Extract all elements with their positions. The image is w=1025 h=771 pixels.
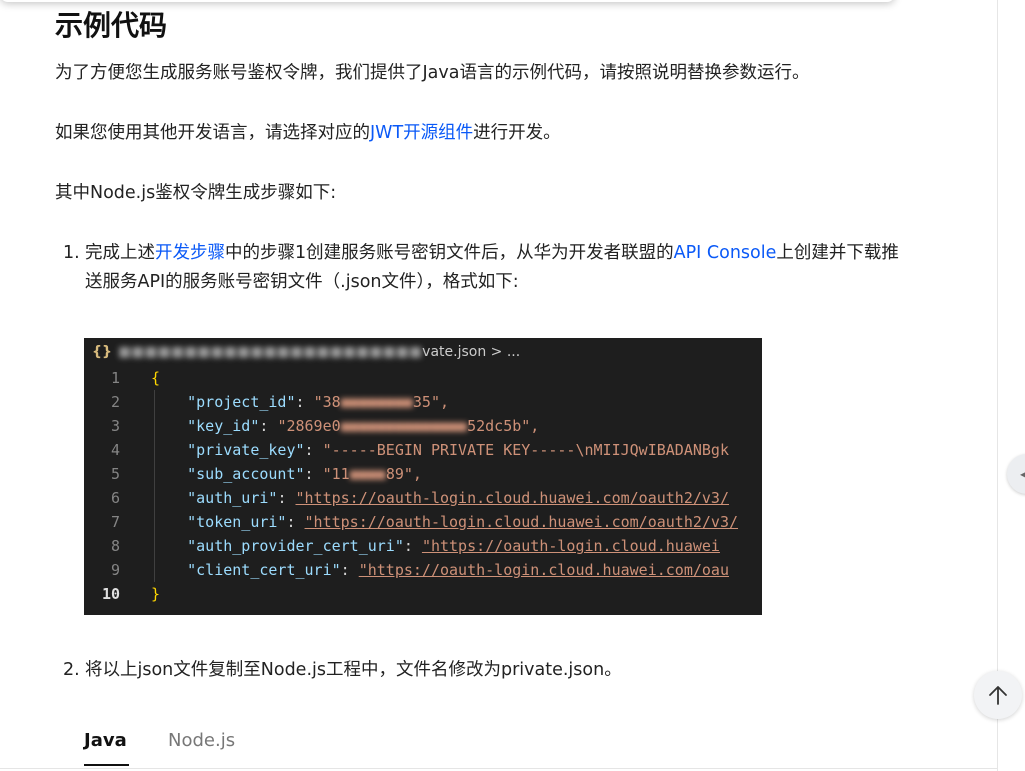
redacted-value: ■■■■■■■■ (340, 393, 413, 411)
right-divider (997, 0, 998, 771)
json-value: "2869e0 (277, 417, 341, 435)
code-line: 2 "project_id": "38■■■■■■■■35", (84, 390, 449, 414)
line-number: 7 (110, 513, 120, 531)
line-number: 9 (110, 561, 120, 579)
json-url-value: "https://oauth-login.cloud.huawei.com/oa… (304, 513, 739, 531)
close-brace: } (151, 585, 161, 603)
step-text: 将以上json文件复制至Node.js工程中，文件名修改为private.jso… (85, 660, 622, 680)
code-line: 4 "private_key": "-----BEGIN PRIVATE KEY… (84, 438, 729, 462)
other-language-paragraph: 如果您使用其他开发语言，请选择对应的JWT开源组件进行开发。 (55, 118, 561, 148)
chevron-left-icon: ◀ (1020, 467, 1025, 481)
step-number: 2. (63, 660, 80, 680)
arrow-up-icon (989, 686, 1007, 705)
code-line: 9 "client_cert_uri": "https://oauth-logi… (84, 558, 729, 582)
other-lang-suffix: 进行开发。 (473, 123, 561, 143)
json-value: "-----BEGIN PRIVATE KEY-----\nMIIJQwIBAD… (322, 441, 729, 459)
json-key: "auth_provider_cert_uri" (187, 537, 404, 555)
json-value-end: 89", (385, 465, 422, 483)
json-key: "key_id" (187, 417, 260, 435)
json-key: "client_cert_uri" (187, 561, 341, 579)
step-number: 1. (63, 243, 80, 263)
line-number: 6 (110, 489, 120, 507)
line-number: 4 (110, 441, 120, 459)
code-line: 6 "auth_uri": "https://oauth-login.cloud… (84, 486, 729, 510)
active-tab-indicator (84, 764, 129, 766)
top-floating-panel-edge (0, 0, 895, 2)
json-key: "token_uri" (187, 513, 287, 531)
other-lang-prefix: 如果您使用其他开发语言，请选择对应的 (55, 123, 370, 143)
intro-paragraph: 为了方便您生成服务账号鉴权令牌，我们提供了Java语言的示例代码，请按照说明替换… (55, 63, 810, 83)
json-key: "auth_uri" (187, 489, 278, 507)
json-value-end: 52dc5b", (467, 417, 540, 435)
code-line: 10} (84, 582, 160, 606)
api-console-link[interactable]: API Console (674, 243, 777, 263)
open-brace: { (151, 369, 161, 387)
step-text: 完成上述开发步骤中的步骤1创建服务账号密钥文件后，从华为开发者联盟的API Co… (85, 239, 915, 297)
code-line: 1{ (84, 366, 160, 390)
editor-breadcrumb: {} ■■■■■■■■■■■■■■■■■■■■■■■vate.json > ... (84, 338, 762, 366)
json-value: "38 (313, 393, 341, 411)
tab-java[interactable]: Java (84, 724, 127, 758)
tab-nodejs[interactable]: Node.js (168, 724, 235, 758)
code-line: 8 "auth_provider_cert_uri": "https://oau… (84, 534, 720, 558)
section-title: 示例代码 (55, 9, 168, 42)
json-key-file-screenshot: {} ■■■■■■■■■■■■■■■■■■■■■■■vate.json > ...… (84, 338, 762, 615)
line-number: 10 (101, 585, 120, 603)
code-line: 7 "token_uri": "https://oauth-login.clou… (84, 510, 738, 534)
breadcrumb-filename: vate.json > ... (422, 344, 521, 360)
json-key: "project_id" (187, 393, 296, 411)
json-value-end: 35", (412, 393, 450, 411)
redacted-value: ■■■■■■■■■■■■■■ (340, 417, 468, 435)
redacted-value: ■■■■ (349, 465, 386, 483)
dev-steps-link[interactable]: 开发步骤 (155, 243, 225, 263)
step-text-part: 中的步骤1创建服务账号密钥文件后，从华为开发者联盟的 (225, 243, 674, 263)
tabs-divider (0, 768, 997, 769)
redacted-path: ■■■■■■■■■■■■■■■■■■■■■■■ (117, 344, 423, 360)
line-number: 3 (110, 417, 120, 435)
json-value: "11 (322, 465, 350, 483)
code-line: 5 "sub_account": "11■■■■89", (84, 462, 422, 486)
code-line: 3 "key_id": "2869e0■■■■■■■■■■■■■■52dc5b"… (84, 414, 539, 438)
json-url-value: "https://oauth-login.cloud.huawei.com/oa… (295, 489, 729, 507)
json-url-value: "https://oauth-login.cloud.huawei.com/oa… (358, 561, 729, 579)
json-file-icon: {} (92, 344, 112, 360)
json-key: "private_key" (187, 441, 305, 459)
json-url-value: "https://oauth-login.cloud.huawei (421, 537, 720, 555)
line-number: 1 (110, 369, 120, 387)
line-number: 5 (110, 465, 120, 483)
back-to-top-button[interactable] (974, 671, 1022, 719)
jwt-open-source-link[interactable]: JWT开源组件 (370, 123, 473, 143)
step-text-part: 完成上述 (85, 243, 155, 263)
line-number: 2 (110, 393, 120, 411)
line-number: 8 (110, 537, 120, 555)
json-key: "sub_account" (187, 465, 305, 483)
side-panel-toggle[interactable]: ◀ (1007, 454, 1025, 494)
steps-intro: 其中Node.js鉴权令牌生成步骤如下: (55, 183, 337, 203)
